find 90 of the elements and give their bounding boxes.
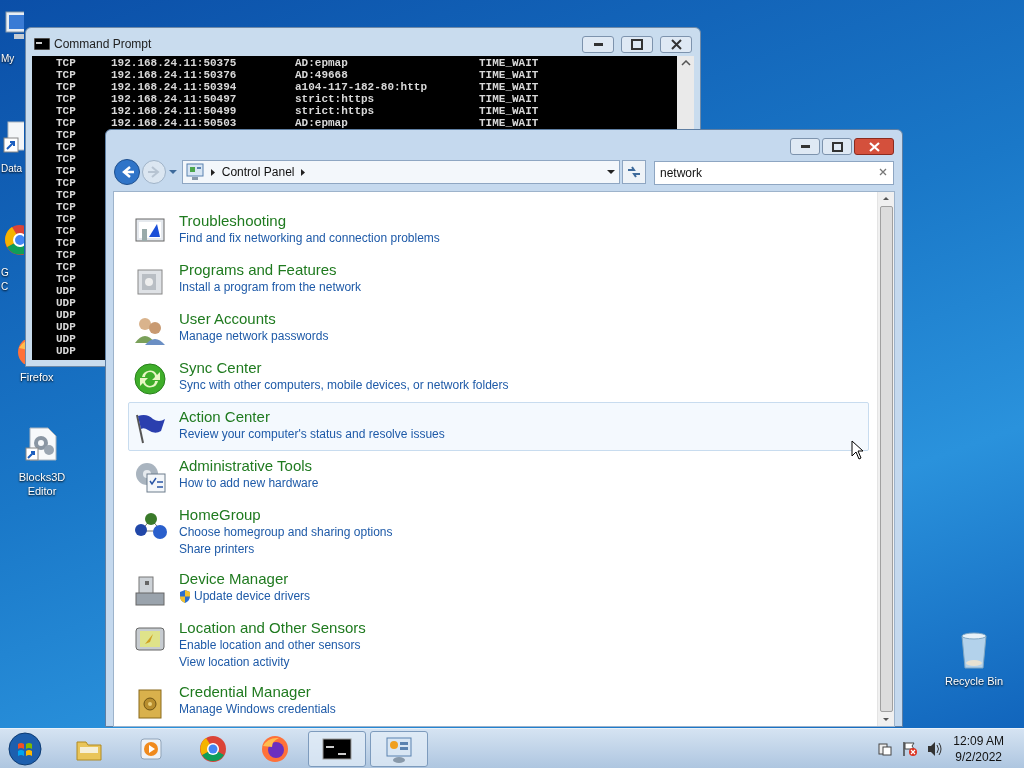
console-text: AD:49668 — [295, 69, 349, 81]
task-link[interactable]: Choose homegroup and sharing options — [179, 524, 393, 541]
clock[interactable]: 12:09 AM 9/2/2022 — [953, 732, 1004, 765]
console-text: UDP — [56, 309, 77, 321]
console-text: 192.168.24.11:50499 — [111, 105, 238, 117]
control-panel-item[interactable]: Credential Manager Manage Windows credentials — [128, 677, 869, 726]
console-text: TCP — [56, 141, 77, 153]
search-field[interactable]: network — [654, 161, 894, 185]
task-link[interactable]: How to add new hardware — [179, 475, 319, 492]
task-link[interactable]: Share printers — [179, 541, 255, 558]
clock-date: 9/2/2022 — [955, 748, 1002, 765]
control-panel-item[interactable]: Troubleshooting Find and fix networking and connection problems — [128, 206, 869, 255]
icon-label: Firefox — [20, 370, 54, 384]
console-text: TCP — [56, 57, 77, 69]
console-text: TCP — [56, 189, 77, 201]
icon-label: Blocks3D — [18, 470, 66, 484]
console-text: 192.168.24.11:50375 — [111, 57, 238, 69]
console-text: TIME_WAIT — [479, 81, 540, 93]
console-text: TCP — [56, 213, 77, 225]
icon-label: Recycle Bin — [944, 674, 1004, 688]
console-text: TIME_WAIT — [479, 93, 540, 105]
task-link[interactable]: View location activity — [179, 654, 290, 671]
console-text: TCP — [56, 81, 77, 93]
task-link[interactable]: Enable location and other sensors — [179, 637, 361, 654]
console-text: TCP — [56, 177, 77, 189]
control-panel-item[interactable]: Programs and Features Install a program from the network — [128, 255, 869, 304]
console-text: TCP — [56, 237, 77, 249]
task-link[interactable]: Manage network passwords — [179, 328, 329, 345]
control-panel-item[interactable]: Device Manager Update device drivers — [128, 564, 869, 613]
console-text: a104-117-182-80:http — [295, 81, 429, 93]
icon-label: G — [1, 266, 9, 280]
task-link[interactable]: Install a program from the network — [179, 279, 362, 296]
console-text: TCP — [56, 201, 77, 213]
console-text: TCP — [56, 105, 77, 117]
console-text: TCP — [56, 69, 77, 81]
console-text: TIME_WAIT — [479, 105, 540, 117]
item-title[interactable]: User Accounts — [179, 310, 329, 328]
icon-label: Editor — [27, 484, 57, 498]
address-bar[interactable]: Control Panel — [181, 160, 621, 184]
item-title[interactable]: Sync Center — [179, 359, 509, 377]
console-text: TCP — [56, 165, 77, 177]
control-panel-item[interactable]: Administrative Tools How to add new hardware — [128, 451, 869, 500]
console-text: TCP — [56, 249, 77, 261]
task-link[interactable]: Update device drivers — [194, 588, 311, 605]
icon-label: My — [1, 52, 15, 66]
console-text: TIME_WAIT — [479, 57, 540, 69]
console-text: 192.168.24.11:50497 — [111, 93, 238, 105]
window-title: Command Prompt — [54, 36, 152, 53]
console-text: TCP — [56, 153, 77, 165]
console-text: UDP — [56, 321, 77, 333]
task-link[interactable]: Find and fix networking and connection problems — [179, 230, 440, 247]
control-panel-item[interactable]: Location and Other Sensors Enable location and other sensors View location activity — [128, 613, 869, 677]
console-text: TIME_WAIT — [479, 69, 540, 81]
item-title[interactable]: Programs and Features — [179, 261, 362, 279]
item-title[interactable]: HomeGroup — [179, 506, 393, 524]
control-panel-item[interactable]: Action Center Review your computer's status and resolve issues — [128, 402, 869, 451]
console-text: TCP — [56, 129, 77, 141]
console-text: AD:epmap — [295, 57, 349, 69]
clock-time: 12:09 AM — [953, 732, 1004, 749]
icon-label: C — [1, 280, 9, 294]
task-link[interactable]: Manage Windows credentials — [179, 701, 336, 718]
item-title[interactable]: Action Center — [179, 408, 445, 426]
console-text: UDP — [56, 285, 77, 297]
console-text: TCP — [56, 273, 77, 285]
task-link[interactable]: Review your computer's status and resolve issues — [179, 426, 445, 443]
item-title[interactable]: Troubleshooting — [179, 212, 440, 230]
control-panel-item[interactable]: User Accounts Manage network passwords — [128, 304, 869, 353]
console-text: TCP — [56, 117, 77, 129]
console-text: 192.168.24.11:50376 — [111, 69, 238, 81]
item-title[interactable]: Device Manager — [179, 570, 311, 588]
console-text: 192.168.24.11:50394 — [111, 81, 238, 93]
control-panel-item[interactable]: HomeGroup Choose homegroup and sharing options Share printers — [128, 500, 869, 564]
breadcrumb-item[interactable]: Control Panel — [221, 163, 295, 181]
console-text: TCP — [56, 93, 77, 105]
console-text: TIME_WAIT — [479, 117, 540, 129]
console-text: TCP — [56, 261, 77, 273]
icon-label: Data — [1, 162, 23, 176]
console-text: TCP — [56, 225, 77, 237]
console-text: UDP — [56, 345, 77, 357]
console-text: UDP — [56, 333, 77, 345]
console-text: UDP — [56, 297, 77, 309]
item-title[interactable]: Administrative Tools — [179, 457, 319, 475]
item-title[interactable]: Location and Other Sensors — [179, 619, 366, 637]
task-link[interactable]: Sync with other computers, mobile devices, or network folders — [179, 377, 509, 394]
item-title[interactable]: Credential Manager — [179, 683, 336, 701]
console-text: 192.168.24.11:50503 — [111, 117, 238, 129]
control-panel-item[interactable]: Sync Center Sync with other computers, mobile devices, or network folders — [128, 353, 869, 402]
console-text: strict:https — [295, 93, 376, 105]
console-text: strict:https — [295, 105, 376, 117]
console-text: AD:epmap — [295, 117, 349, 129]
